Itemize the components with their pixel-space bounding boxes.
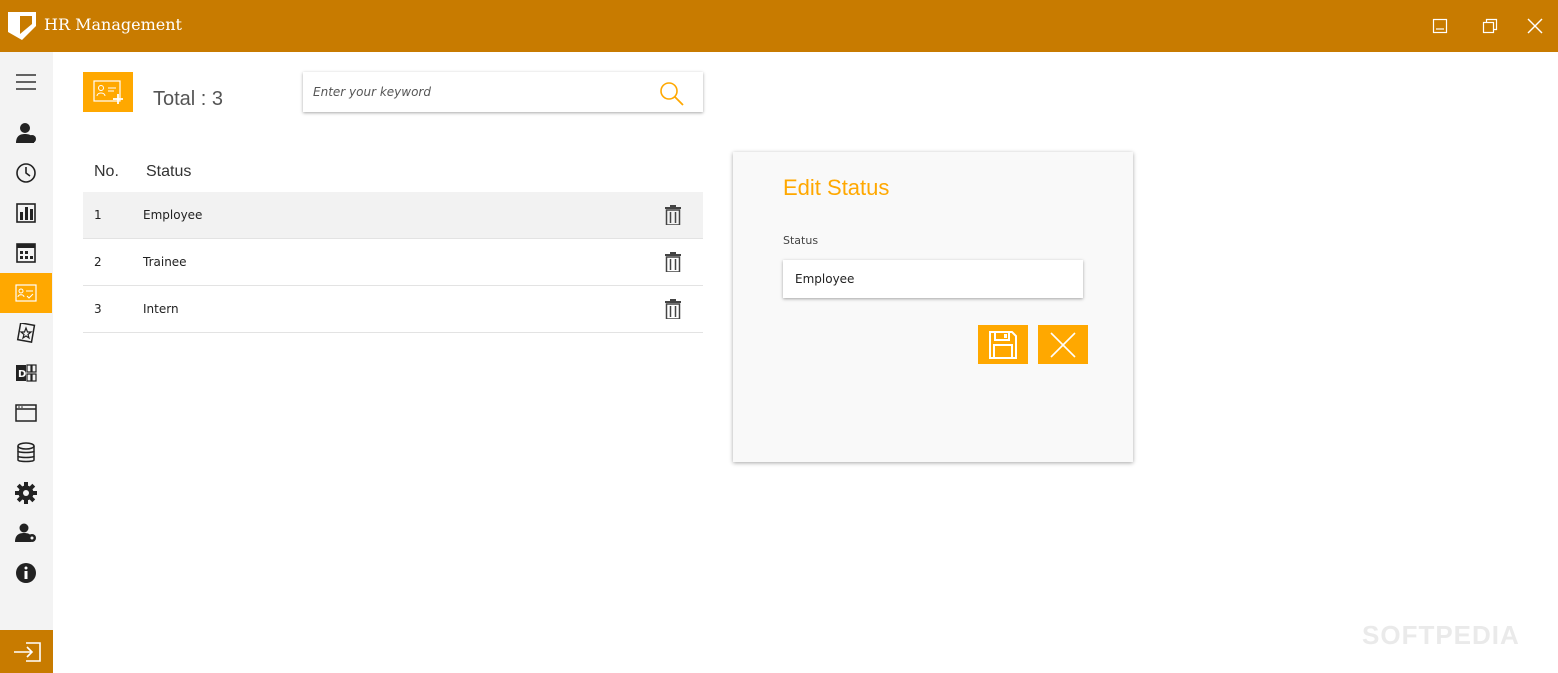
svg-text:D: D: [18, 369, 26, 380]
add-status-button[interactable]: [83, 72, 133, 112]
search-input[interactable]: [313, 73, 653, 111]
close-icon: [1527, 18, 1543, 34]
menu-icon: [16, 74, 36, 90]
sidebar-item-departments[interactable]: D: [0, 353, 52, 393]
search-box: [303, 72, 703, 112]
status-table: No. Status 1 Employee 2 Trainee 3 Intern: [83, 152, 703, 333]
cancel-button[interactable]: [1038, 325, 1088, 364]
delete-button[interactable]: [663, 251, 683, 273]
database-icon: [17, 442, 35, 463]
row-status: Intern: [143, 302, 179, 316]
floppy-disk-icon: [989, 330, 1017, 359]
sidebar-item-status[interactable]: [0, 273, 52, 313]
search-icon[interactable]: [658, 80, 686, 108]
minimize-button[interactable]: [1426, 12, 1454, 40]
save-button[interactable]: [978, 325, 1028, 364]
info-icon: [16, 563, 36, 583]
sign-in-button[interactable]: [0, 630, 53, 673]
close-button[interactable]: [1521, 12, 1549, 40]
gear-icon: [15, 482, 37, 504]
delete-button[interactable]: [663, 298, 683, 320]
column-header-status: Status: [146, 163, 192, 180]
browser-window-icon: [15, 404, 37, 422]
minimize-icon: [1432, 18, 1448, 34]
app-logo-icon: [8, 12, 36, 40]
delete-button[interactable]: [663, 204, 683, 226]
column-header-no: No.: [94, 163, 119, 180]
row-status: Trainee: [143, 255, 187, 269]
user-settings-icon: [15, 523, 36, 542]
sidebar-item-settings[interactable]: [0, 473, 52, 513]
clock-icon: [16, 163, 36, 183]
edit-status-panel: Edit Status Status: [733, 152, 1133, 462]
title-bar: HR Management: [0, 0, 1558, 52]
restore-icon: [1482, 18, 1498, 34]
table-row[interactable]: 3 Intern: [83, 286, 703, 333]
table-header: No. Status: [83, 152, 703, 192]
sidebar-item-reports[interactable]: [0, 193, 52, 233]
status-field[interactable]: [783, 260, 1083, 298]
panel-title: Edit Status: [783, 175, 890, 200]
sidebar: D: [0, 52, 53, 673]
sidebar-item-database[interactable]: [0, 433, 52, 473]
sidebar-menu-toggle[interactable]: [0, 62, 52, 102]
trash-icon: [665, 252, 681, 272]
total-count: Total : 3: [153, 88, 224, 110]
restore-button[interactable]: [1476, 12, 1504, 40]
row-number: 3: [94, 302, 102, 316]
row-number: 1: [94, 208, 102, 222]
person-icon: [16, 123, 36, 143]
app-title: HR Management: [44, 15, 182, 34]
close-icon: [1050, 331, 1076, 358]
star-cards-icon: [16, 323, 36, 343]
table-row[interactable]: 1 Employee: [83, 192, 703, 239]
add-id-card-icon: [93, 80, 123, 104]
row-status: Employee: [143, 208, 203, 222]
department-icon: D: [16, 364, 37, 382]
app-window: HR Management D Total: 3 Enter your key…: [0, 0, 1558, 673]
table-row[interactable]: 2 Trainee: [83, 239, 703, 286]
sidebar-item-employees[interactable]: [0, 113, 52, 153]
sidebar-item-about[interactable]: [0, 553, 52, 593]
sidebar-item-calendar[interactable]: [0, 233, 52, 273]
watermark: SOFTPEDIA: [1362, 620, 1520, 650]
chart-icon: [16, 203, 36, 223]
trash-icon: [665, 205, 681, 225]
calendar-icon: [16, 243, 36, 263]
sign-in-icon: [13, 641, 41, 662]
sidebar-item-window[interactable]: [0, 393, 52, 433]
sidebar-item-attendance[interactable]: [0, 153, 52, 193]
trash-icon: [665, 299, 681, 319]
sidebar-item-user-settings[interactable]: [0, 513, 52, 553]
sidebar-item-awards[interactable]: [0, 313, 52, 353]
id-card-icon: [15, 284, 37, 302]
row-number: 2: [94, 255, 102, 269]
status-field-label: Status: [783, 234, 819, 247]
